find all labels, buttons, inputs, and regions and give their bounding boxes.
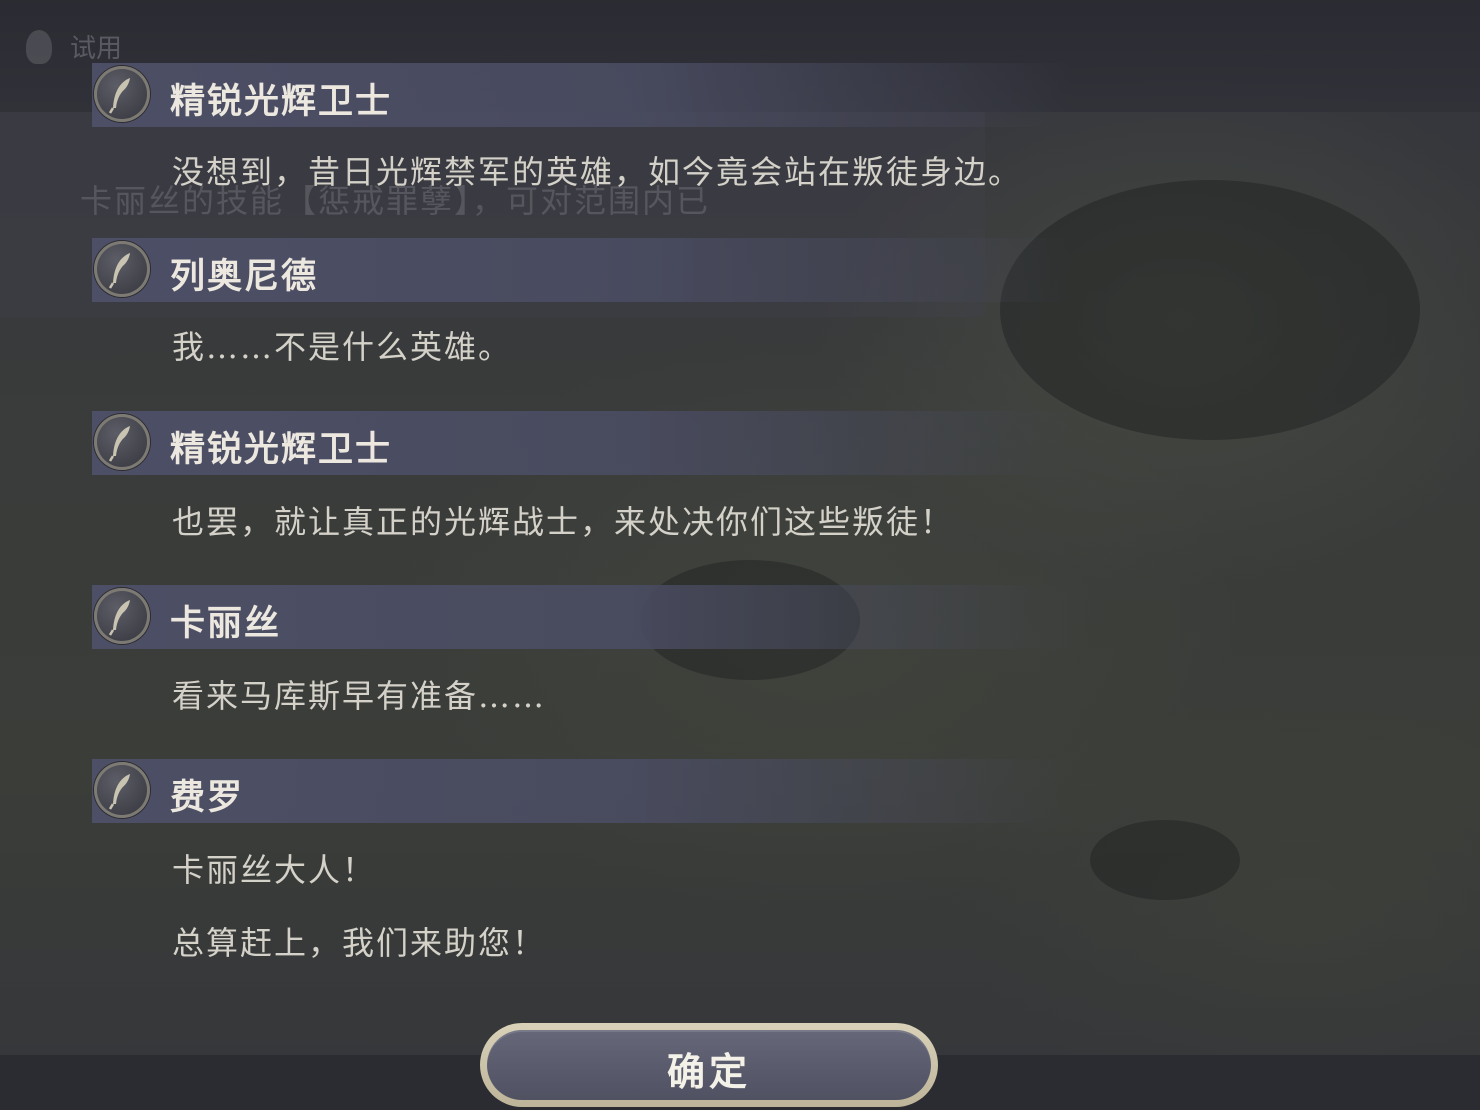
speaker-name: 卡丽丝 xyxy=(170,603,282,644)
speaker-name: 精锐光辉卫士 xyxy=(170,81,393,122)
dialogue-line: 也罢，就让真正的光辉战士，来处决你们这些叛徒！ xyxy=(172,503,955,541)
speaker-name: 列奥尼德 xyxy=(170,256,319,297)
quill-feather-icon xyxy=(94,414,150,470)
dialogue-line: 卡丽丝大人！ xyxy=(172,851,377,889)
confirm-button[interactable]: 确定 xyxy=(480,1023,938,1107)
quill-feather-icon xyxy=(94,241,150,297)
dialogue-line: 没想到，昔日光辉禁军的英雄，如今竟会站在叛徒身边。 xyxy=(172,153,1023,191)
speaker-name: 费罗 xyxy=(170,777,245,818)
confirm-button-label: 确定 xyxy=(666,1049,751,1094)
dialogue-line: 总算赶上，我们来助您！ xyxy=(172,924,547,962)
dialogue-log: 精锐光辉卫士 没想到，昔日光辉禁军的英雄，如今竟会站在叛徒身边。 列奥尼德 我…… xyxy=(0,0,1480,1000)
dialogue-log-screen: 试用 卡丽丝的技能【惩戒罪孽】，可对范围内已 精锐光辉卫士 没想到，昔日光辉禁军… xyxy=(0,0,1480,1110)
dialogue-line: 看来马库斯早有准备…… xyxy=(172,677,547,715)
quill-feather-icon xyxy=(94,66,150,122)
dialogue-line: 我……不是什么英雄。 xyxy=(172,328,513,366)
quill-feather-icon xyxy=(94,588,150,644)
speaker-name: 精锐光辉卫士 xyxy=(170,429,393,470)
quill-feather-icon xyxy=(94,762,150,818)
